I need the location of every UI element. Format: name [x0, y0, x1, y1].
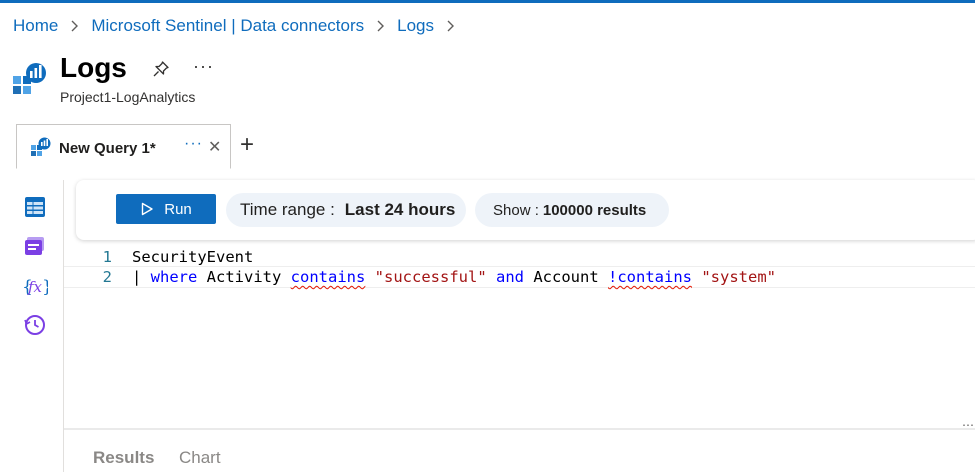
result-limit-picker[interactable]: Show : 100000 results	[475, 193, 669, 227]
show-value: 100000 results	[542, 201, 647, 219]
tab-label: New Query 1*	[59, 140, 156, 157]
svg-text:}: }	[42, 277, 48, 297]
functions-icon[interactable]: { fx }	[22, 273, 48, 299]
run-icon	[142, 202, 153, 216]
time-range-picker[interactable]: Time range : Last 24 hours	[226, 193, 466, 227]
query-editor[interactable]: 1 SecurityEvent 2 | where Activity conta…	[64, 240, 975, 430]
splitter-handle-icon[interactable]: ⋯	[962, 418, 974, 432]
token-operator: !contains	[608, 268, 692, 286]
left-rail: { fx }	[0, 170, 64, 472]
queries-icon[interactable]	[22, 233, 48, 259]
chevron-right-icon	[446, 20, 455, 32]
tab-chart[interactable]: Chart	[179, 448, 221, 468]
editor-line: 2 | where Activity contains "successful"…	[64, 268, 975, 288]
history-icon[interactable]	[22, 312, 48, 338]
token-identifier: Account	[524, 268, 608, 286]
tables-icon[interactable]	[22, 194, 48, 220]
line-number: 1	[102, 248, 112, 266]
token-identifier: Activity	[197, 268, 291, 286]
token-operator: contains	[290, 268, 366, 286]
editor-splitter[interactable]	[64, 428, 975, 430]
chevron-right-icon	[376, 20, 385, 32]
token-keyword: and	[496, 268, 524, 286]
breadcrumb-sentinel[interactable]: Microsoft Sentinel | Data connectors	[91, 16, 364, 36]
tab-more-icon[interactable]: ···	[184, 135, 203, 153]
breadcrumb-logs[interactable]: Logs	[397, 16, 434, 36]
time-range-value: Last 24 hours	[344, 200, 456, 219]
tab-results[interactable]: Results	[93, 448, 154, 468]
run-button[interactable]: Run	[116, 194, 216, 224]
token-pipe: |	[132, 268, 151, 286]
code-text: SecurityEvent	[132, 248, 254, 266]
page-title: Logs	[60, 52, 127, 83]
breadcrumb: Home Microsoft Sentinel | Data connector…	[13, 15, 467, 37]
add-icon[interactable]: +	[240, 133, 254, 157]
show-label: Show :	[493, 201, 539, 219]
top-accent-line	[0, 0, 975, 3]
run-label: Run	[164, 200, 192, 218]
query-tab-icon	[31, 137, 51, 157]
editor-line: 1 SecurityEvent	[64, 248, 975, 268]
svg-text:fx: fx	[27, 278, 43, 296]
workspace-name: Project1-LogAnalytics	[60, 89, 196, 105]
chevron-right-icon	[70, 20, 79, 32]
pin-icon[interactable]	[150, 58, 172, 80]
token-string: "system"	[701, 268, 776, 286]
code-text: | where Activity contains "successful" a…	[132, 268, 776, 286]
tab-new-query-1[interactable]: New Query 1* ··· ✕	[16, 124, 231, 169]
more-icon[interactable]: ···	[193, 56, 214, 77]
close-icon[interactable]: ✕	[208, 137, 221, 157]
time-range-label: Time range :	[240, 200, 335, 219]
breadcrumb-home[interactable]: Home	[13, 16, 58, 36]
token-keyword: where	[150, 268, 198, 286]
line-number: 2	[102, 268, 112, 286]
log-analytics-icon	[13, 62, 47, 96]
token-string: "successful"	[374, 268, 487, 286]
